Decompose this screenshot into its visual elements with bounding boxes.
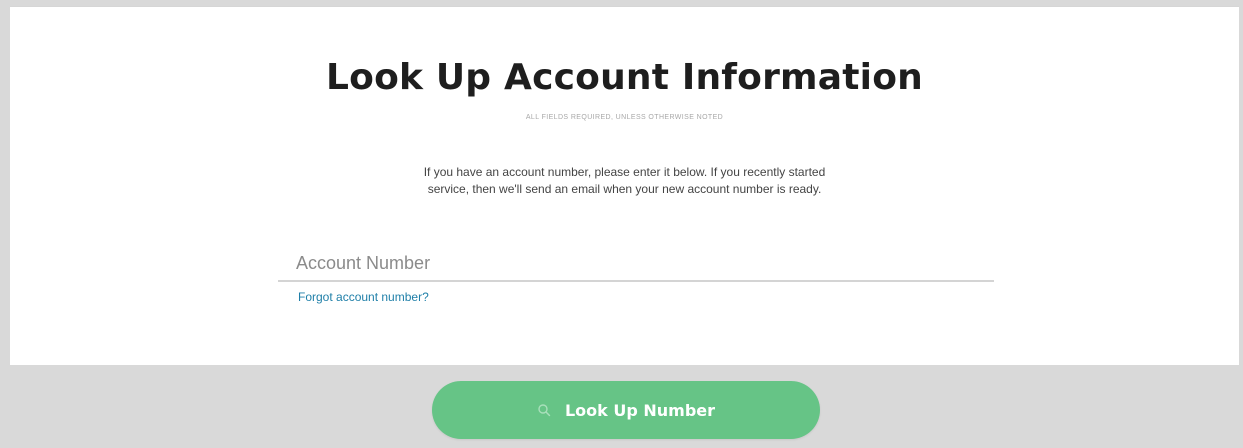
required-fields-note: ALL FIELDS REQUIRED, UNLESS OTHERWISE NO… — [525, 114, 724, 121]
look-up-number-button[interactable]: Look Up Number — [432, 381, 820, 439]
look-up-number-label: Look Up Number — [564, 400, 716, 420]
account-number-field — [278, 244, 994, 282]
forgot-account-number-link[interactable]: Forgot account number? — [298, 290, 429, 304]
page-background: Look Up Account Information ALL FIELDS R… — [0, 0, 1243, 448]
intro-text: If you have an account number, please en… — [10, 164, 1239, 198]
account-number-input[interactable] — [296, 250, 976, 276]
intro-line-2: service, then we'll send an email when y… — [427, 182, 822, 196]
form-card: Look Up Account Information ALL FIELDS R… — [10, 6, 1239, 365]
search-icon — [538, 404, 551, 417]
intro-line-1: If you have an account number, please en… — [423, 165, 826, 179]
page-title: Look Up Account Information — [326, 57, 923, 98]
